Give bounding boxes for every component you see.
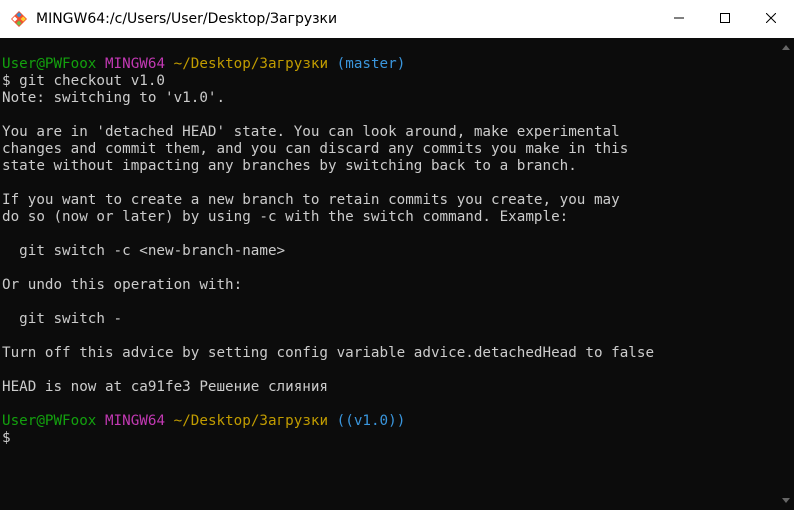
window-controls (656, 0, 794, 38)
scroll-up-icon[interactable] (782, 45, 790, 50)
window-title: MINGW64:/c/Users/User/Desktop/Загрузки (36, 11, 338, 27)
maximize-icon (720, 10, 730, 28)
prompt-branch: ((v1.0)) (336, 413, 406, 429)
prompt-user: User@PWFoox (2, 413, 97, 429)
output-line: Turn off this advice by setting config v… (2, 345, 655, 361)
output-line: state without impacting any branches by … (2, 158, 577, 174)
vertical-scrollbar[interactable] (778, 38, 794, 510)
prompt-line: User@PWFoox MINGW64 ~/Desktop/Загрузки (… (2, 56, 405, 73)
git-bash-window: MINGW64:/c/Users/User/Desktop/Загрузки U… (0, 0, 794, 510)
output-line: Or undo this operation with: (2, 277, 243, 293)
maximize-button[interactable] (702, 0, 748, 38)
title-bar[interactable]: MINGW64:/c/Users/User/Desktop/Загрузки (0, 0, 794, 38)
minimize-icon (674, 10, 684, 28)
output-line: HEAD is now at ca91fe3 Решение слияния (2, 379, 329, 395)
prompt-path: ~/Desktop/Загрузки (173, 413, 329, 429)
scroll-down-icon[interactable] (782, 498, 790, 503)
prompt-user: User@PWFoox (2, 56, 97, 72)
output-line: changes and commit them, and you can dis… (2, 141, 629, 157)
prompt-branch: (master) (336, 56, 406, 72)
input-prompt[interactable]: $ (2, 430, 11, 447)
output-line: Note: switching to 'v1.0'. (2, 90, 226, 106)
prompt-path: ~/Desktop/Загрузки (173, 56, 329, 72)
prompt-system: MINGW64 (104, 413, 166, 429)
prompt-system: MINGW64 (104, 56, 166, 72)
output-line: do so (now or later) by using -c with th… (2, 209, 569, 225)
close-icon (765, 10, 777, 28)
command-line: $ git checkout v1.0 (2, 73, 166, 89)
minimize-button[interactable] (656, 0, 702, 38)
output-line: git switch -c <new-branch-name> (2, 243, 286, 259)
prompt-line: User@PWFoox MINGW64 ~/Desktop/Загрузки (… (2, 413, 405, 430)
output-line: git switch - (2, 311, 123, 327)
terminal-output[interactable]: User@PWFoox MINGW64 ~/Desktop/Загрузки (… (0, 38, 778, 510)
git-bash-icon[interactable] (10, 10, 28, 28)
output-line: You are in 'detached HEAD' state. You ca… (2, 124, 620, 140)
close-button[interactable] (748, 0, 794, 38)
output-line: If you want to create a new branch to re… (2, 192, 620, 208)
